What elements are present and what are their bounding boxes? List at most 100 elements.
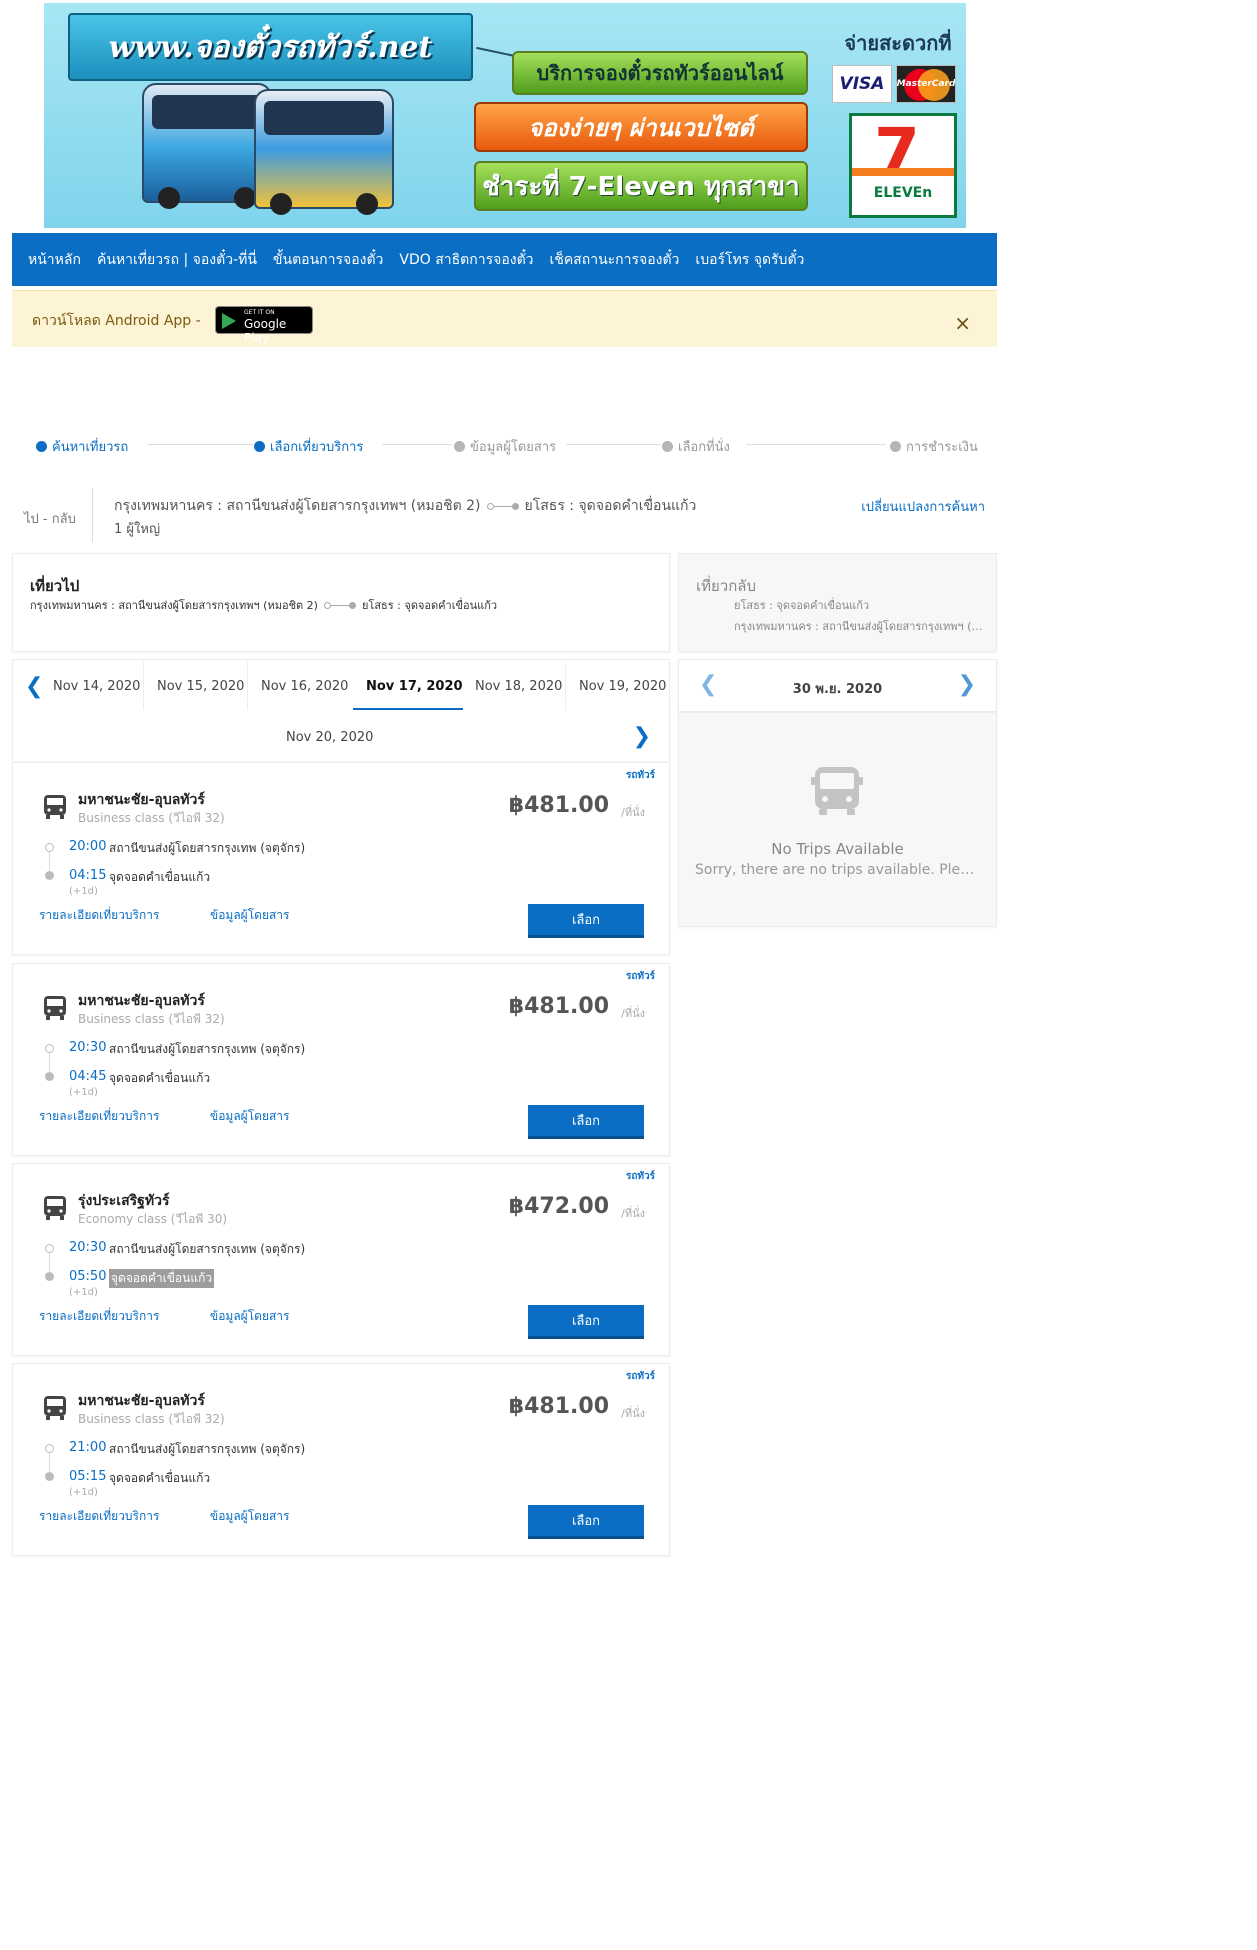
bus-class: Economy class (วีไอพี 30) <box>78 1212 228 1226</box>
operator-name: มหาชนะชัย-อุบลทัวร์ <box>78 792 205 808</box>
return-line-2: กรุงเทพมหานคร : สถานีขนส่งผู้โดยสารกรุงเ… <box>734 620 984 633</box>
arrive-station: จุดจอดคำเขื่อนแก้ว <box>109 1471 211 1485</box>
outbound-date-selector: ❮ Nov 14, 2020 Nov 15, 2020 Nov 16, 2020… <box>12 659 670 761</box>
banner-convenient-pay: จ่ายสะดวกที่ <box>844 31 952 55</box>
date-tab[interactable]: Nov 16, 2020 <box>261 679 348 694</box>
bus-icon <box>811 767 863 815</box>
plus-day: (+1d) <box>69 1487 98 1498</box>
price-unit: /ที่นั่ง <box>621 806 645 819</box>
route-line: กรุงเทพมหานคร : สถานีขนส่งผู้โดยสารกรุงเ… <box>114 495 696 517</box>
google-play-badge[interactable]: GET IT ON Google Play <box>215 306 313 345</box>
depart-time: 21:00 <box>69 1440 107 1455</box>
trip-tag: รถทัวร์ <box>625 971 655 982</box>
select-trip-button[interactable]: เลือก <box>528 904 644 938</box>
change-search-link[interactable]: เปลี่ยนแปลงการค้นหา <box>861 496 985 517</box>
trip-price: ฿481.00 <box>508 1394 609 1419</box>
step-label: เลือกเที่ยวบริการ <box>270 440 364 455</box>
nav-booking-steps[interactable]: ขั้นตอนการจองตั๋ว <box>273 249 383 271</box>
return-title: เที่ยวกลับ <box>696 577 757 595</box>
arrive-station: จุดจอดคำเขื่อนแก้ว <box>109 870 211 884</box>
banner-pay-pill: ชำระที่ 7-Eleven ทุกสาขา <box>474 161 808 211</box>
return-date-selector: ❮ 30 พ.ย. 2020 ❯ <box>678 659 997 712</box>
date-tab[interactable]: Nov 20, 2020 <box>286 730 373 745</box>
step-label: เลือกที่นั่ง <box>678 440 730 455</box>
seven-eleven-logo: 7 ELEVEn <box>849 113 957 218</box>
banner-service-pill: บริการจองตั๋วรถทัวร์ออนไลน์ <box>512 51 808 95</box>
passenger-count: 1 ผู้ใหญ่ <box>114 522 161 537</box>
badge-small-text: GET IT ON <box>244 309 275 316</box>
selected-date-underline <box>353 708 463 710</box>
return-line-1: ยโสธร : จุดจอดคำเขื่อนแก้ว <box>734 599 870 612</box>
price-unit: /ที่นั่ง <box>621 1207 645 1220</box>
chevron-right-icon[interactable]: ❯ <box>633 724 651 749</box>
bus-icon <box>44 1396 66 1420</box>
nav-search-trips[interactable]: ค้นหาเที่ยวรถ | จองตั๋ว-ที่นี่ <box>97 249 257 271</box>
passenger-info-link[interactable]: ข้อมูลผู้โดยสาร <box>210 1507 289 1526</box>
nav-check-status[interactable]: เช็คสถานะการจองตั๋ว <box>550 249 680 271</box>
return-date: 30 พ.ย. 2020 <box>792 682 883 697</box>
trip-tag: รถทัวร์ <box>625 1171 655 1182</box>
date-tab[interactable]: Nov 14, 2020 <box>53 679 140 694</box>
select-trip-button[interactable]: เลือก <box>528 1305 644 1339</box>
step-select-trip: เลือกเที่ยวบริการ <box>254 436 363 457</box>
outbound-header: เที่ยวไป กรุงเทพมหานคร : สถานีขนส่งผู้โด… <box>12 553 670 652</box>
select-trip-button[interactable]: เลือก <box>528 1105 644 1139</box>
trip-details-link[interactable]: รายละเอียดเที่ยวบริการ <box>39 1307 159 1326</box>
bus-class: Business class (วีไอพี 32) <box>78 1412 225 1426</box>
depart-time: 20:00 <box>69 839 107 854</box>
trip-card: รถทัวร์ มหาชนะชัย-อุบลทัวร์ Business cla… <box>12 963 670 1156</box>
nav-phone-pickup[interactable]: เบอร์โทร จุดรับตั๋ว <box>695 249 804 271</box>
select-trip-button[interactable]: เลือก <box>528 1505 644 1539</box>
arrive-time: 04:45 <box>69 1069 107 1084</box>
trip-tag: รถทัวร์ <box>625 770 655 781</box>
visa-logo: VISA <box>832 65 892 103</box>
banner-easy-pill: จองง่ายๆ ผ่านเวบไซต์ <box>474 102 808 152</box>
price-unit: /ที่นั่ง <box>621 1007 645 1020</box>
booking-steps: ค้นหาเที่ยวรถ เลือกเที่ยวบริการ ข้อมูลผู… <box>36 436 978 457</box>
trip-type: ไป - กลับ <box>24 512 76 527</box>
bus-class: Business class (วีไอพี 32) <box>78 811 225 825</box>
nav-vdo-demo[interactable]: VDO สาธิตการจองตั๋ว <box>399 249 533 271</box>
step-seat: เลือกที่นั่ง <box>662 436 730 457</box>
arrive-station-selected-text: จุดจอดคำเขื่อนแก้ว <box>109 1269 215 1288</box>
trip-card: รถทัวร์ รุ่งประเสริฐทัวร์ Economy class … <box>12 1163 670 1356</box>
depart-station: สถานีขนส่งผู้โดยสารกรุงเทพ (จตุจักร) <box>109 1042 306 1056</box>
close-icon[interactable]: × <box>954 311 971 335</box>
depart-station: สถานีขนส่งผู้โดยสารกรุงเทพ (จตุจักร) <box>109 1442 306 1456</box>
trip-details-link[interactable]: รายละเอียดเที่ยวบริการ <box>39 1107 159 1126</box>
date-tab[interactable]: Nov 19, 2020 <box>579 679 666 694</box>
nav-home[interactable]: หน้าหลัก <box>28 249 81 271</box>
android-app-alert: ดาวน์โหลด Android App - GET IT ON Google… <box>12 290 997 347</box>
trip-card: รถทัวร์ มหาชนะชัย-อุบลทัวร์ Business cla… <box>12 1363 670 1556</box>
date-tab[interactable]: Nov 18, 2020 <box>475 679 562 694</box>
no-trips-message: Sorry, there are no trips available. Ple… <box>695 862 980 878</box>
plus-day: (+1d) <box>69 1287 98 1298</box>
date-tab-selected[interactable]: Nov 17, 2020 <box>366 679 463 694</box>
passenger-info-link[interactable]: ข้อมูลผู้โดยสาร <box>210 1307 289 1326</box>
chevron-right-icon[interactable]: ❯ <box>958 672 976 697</box>
passenger-info-link[interactable]: ข้อมูลผู้โดยสาร <box>210 1107 289 1126</box>
bus-illustration <box>254 89 394 215</box>
mastercard-label: MasterCard <box>896 79 956 89</box>
step-passenger: ข้อมูลผู้โดยสาร <box>454 436 556 457</box>
return-header: เที่ยวกลับ ยโสธร : จุดจอดคำเขื่อนแก้ว กร… <box>678 553 997 652</box>
badge-big-text: Google Play <box>244 317 287 345</box>
route-summary: ไป - กลับ กรุงเทพมหานคร : สถานีขนส่งผู้โ… <box>12 488 997 544</box>
trip-details-link[interactable]: รายละเอียดเที่ยวบริการ <box>39 1507 159 1526</box>
trip-card: รถทัวร์ มหาชนะชัย-อุบลทัวร์ Business cla… <box>12 762 670 955</box>
bus-icon <box>44 795 66 819</box>
seven-brand: ELEVEn <box>873 185 933 201</box>
passenger-info-link[interactable]: ข้อมูลผู้โดยสาร <box>210 906 289 925</box>
promo-banner[interactable]: www.จองตั๋วรถทัวร์.net บริการจองตั๋วรถทั… <box>44 3 966 228</box>
bus-illustration <box>142 83 272 209</box>
depart-station: สถานีขนส่งผู้โดยสารกรุงเทพ (จตุจักร) <box>109 841 306 855</box>
operator-name: รุ่งประเสริฐทัวร์ <box>78 1193 170 1209</box>
arrive-time: 05:15 <box>69 1469 107 1484</box>
date-tab[interactable]: Nov 15, 2020 <box>157 679 244 694</box>
trip-details-link[interactable]: รายละเอียดเที่ยวบริการ <box>39 906 159 925</box>
operator-name: มหาชนะชัย-อุบลทัวร์ <box>78 1393 205 1409</box>
step-payment: การชำระเงิน <box>890 436 978 457</box>
alert-text: ดาวน์โหลด Android App - <box>32 313 201 329</box>
arrow-icon <box>476 46 516 58</box>
chevron-left-icon[interactable]: ❮ <box>25 674 43 699</box>
